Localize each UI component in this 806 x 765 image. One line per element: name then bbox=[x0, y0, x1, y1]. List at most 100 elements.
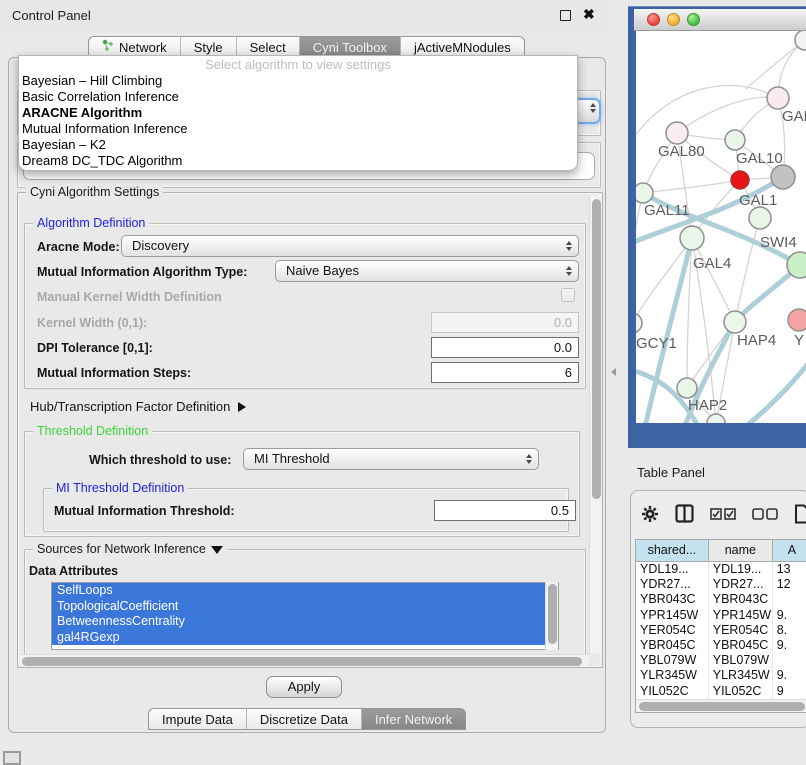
minimize-traffic-light-icon[interactable] bbox=[667, 13, 680, 26]
node-green-mid[interactable] bbox=[749, 207, 771, 229]
algorithm-option-bayesian-k2[interactable]: Bayesian – K2 bbox=[19, 137, 577, 153]
bottom-tab-infer-network[interactable]: Infer Network bbox=[362, 708, 466, 730]
algorithm-option-aracne-algorithm[interactable]: ARACNE Algorithm bbox=[19, 105, 577, 121]
apply-button[interactable]: Apply bbox=[266, 676, 342, 698]
attribute-item-selfloops[interactable]: SelfLoops bbox=[52, 583, 558, 599]
node-table: shared...nameA YDL19...YDL19...13YDR27..… bbox=[635, 539, 806, 713]
column-header-shared[interactable]: shared... bbox=[636, 540, 709, 561]
mi-type-label: Mutual Information Algorithm Type: bbox=[37, 265, 247, 279]
table-row[interactable]: YDR27...YDR27...12 bbox=[636, 577, 806, 592]
table-row[interactable]: YBR043CYBR043C bbox=[636, 592, 806, 607]
split-pane-collapse-icon[interactable] bbox=[611, 368, 616, 376]
mi-type-combo[interactable]: Naive Bayes bbox=[275, 260, 579, 282]
tab-jactivemnodules-label: jActiveMNodules bbox=[414, 40, 511, 55]
settings-vertical-scrollbar[interactable] bbox=[589, 195, 602, 653]
close-icon[interactable]: ✖ bbox=[583, 6, 595, 23]
kernel-width-label: Kernel Width (0,1): bbox=[37, 316, 147, 330]
hub-definition-expander[interactable]: Hub/Transcription Factor Definition bbox=[30, 399, 246, 414]
algorithm-option-basic-correlation-inference[interactable]: Basic Correlation Inference bbox=[19, 89, 577, 105]
attribute-item-topologicalcoefficient[interactable]: TopologicalCoefficient bbox=[52, 599, 558, 615]
which-threshold-combo[interactable]: MI Threshold bbox=[243, 448, 539, 470]
node-gray[interactable] bbox=[771, 165, 795, 189]
sources-title[interactable]: Sources for Network Inference bbox=[33, 542, 227, 556]
table-row[interactable]: YDL19...YDL19...13 bbox=[636, 562, 806, 577]
table-row[interactable]: YIL052CYIL052C9 bbox=[636, 684, 806, 699]
aracne-mode-combo[interactable]: Discovery bbox=[121, 235, 579, 257]
manual-kernel-checkbox[interactable] bbox=[561, 288, 575, 302]
algorithm-option-bayesian-hill-climbing[interactable]: Bayesian – Hill Climbing bbox=[19, 73, 577, 89]
column-header-name[interactable]: name bbox=[709, 540, 773, 561]
bottom-tab-discretize-data[interactable]: Discretize Data bbox=[247, 708, 362, 730]
zoom-traffic-light-icon[interactable] bbox=[687, 13, 700, 26]
algorithm-dropdown-popup: Select algorithm to view settings Bayesi… bbox=[18, 55, 578, 171]
column-header-a[interactable]: A bbox=[773, 540, 806, 561]
node-label-gal4: GAL4 bbox=[693, 255, 731, 272]
node-gal1-red[interactable] bbox=[731, 171, 749, 189]
network-canvas[interactable]: GALGAL80GAL10GAL1GAL11GAL4SWI4GCY1HAP4YH… bbox=[636, 31, 806, 423]
table-row[interactable]: YPR145WYPR145W9. bbox=[636, 608, 806, 623]
table-cell bbox=[773, 592, 806, 607]
node-hap4[interactable] bbox=[724, 311, 746, 333]
table-row[interactable]: YBR045CYBR045C9. bbox=[636, 638, 806, 653]
table-row[interactable]: YBL079WYBL079W bbox=[636, 653, 806, 668]
attribute-item-betweennesscentrality[interactable]: BetweennessCentrality bbox=[52, 614, 558, 630]
table-row[interactable]: YLR345WYLR345W9. bbox=[636, 668, 806, 683]
table-horizontal-scrollbar[interactable] bbox=[636, 699, 806, 712]
unchecked-pair-icon[interactable] bbox=[752, 507, 778, 525]
table-cell: YDL19... bbox=[636, 562, 709, 577]
close-traffic-light-icon[interactable] bbox=[647, 13, 660, 26]
tab-select-label: Select bbox=[250, 40, 286, 55]
table-cell: YIL052C bbox=[709, 684, 773, 699]
algorithm-option-mutual-information-inference[interactable]: Mutual Information Inference bbox=[19, 121, 577, 137]
bottom-tab-impute-data[interactable]: Impute Data bbox=[148, 708, 247, 730]
table-cell: 12 bbox=[773, 577, 806, 592]
table-header-row: shared...nameA bbox=[636, 540, 806, 562]
table-panel-toolbar bbox=[641, 501, 806, 531]
table-cell: 13 bbox=[773, 562, 806, 577]
table-cell: 9. bbox=[773, 668, 806, 683]
table-cell: 9. bbox=[773, 638, 806, 653]
node-gal10[interactable] bbox=[725, 130, 745, 150]
node-gal4[interactable] bbox=[680, 226, 704, 250]
document-icon[interactable] bbox=[794, 504, 806, 529]
table-cell: YBL079W bbox=[636, 653, 709, 668]
node-gal-pink[interactable] bbox=[767, 87, 789, 109]
dpi-tolerance-field[interactable] bbox=[431, 337, 579, 358]
algorithm-popup-items: Bayesian – Hill ClimbingBasic Correlatio… bbox=[19, 73, 577, 169]
node-salmon[interactable] bbox=[788, 309, 806, 331]
node-gal80[interactable] bbox=[666, 122, 688, 144]
float-window-icon[interactable] bbox=[560, 10, 571, 21]
table-cell: YDR27... bbox=[636, 577, 709, 592]
node-label-gal1: GAL1 bbox=[739, 192, 777, 209]
network-edge[interactable] bbox=[740, 351, 806, 423]
columns-icon[interactable] bbox=[675, 504, 694, 528]
threshold-definition-title: Threshold Definition bbox=[33, 424, 152, 438]
checked-pair-icon[interactable] bbox=[710, 507, 736, 525]
kernel-width-field[interactable] bbox=[431, 312, 579, 333]
bottom-tab-impute-data-label: Impute Data bbox=[162, 712, 233, 727]
node-hap2[interactable] bbox=[677, 378, 697, 398]
bottom-tab-discretize-data-label: Discretize Data bbox=[260, 712, 348, 727]
attr-list-scrollbar[interactable] bbox=[545, 582, 558, 650]
sources-title-text: Sources for Network Inference bbox=[37, 542, 206, 556]
which-threshold-value: MI Threshold bbox=[254, 451, 330, 466]
algorithm-option-dream8-dc-tdc-algorithm[interactable]: Dream8 DC_TDC Algorithm bbox=[19, 153, 577, 169]
network-edge[interactable] bbox=[643, 180, 740, 193]
table-cell bbox=[773, 653, 806, 668]
network-window-titlebar[interactable] bbox=[634, 9, 806, 31]
node-swi4[interactable] bbox=[787, 252, 806, 278]
table-row[interactable]: YER054CYER054C8. bbox=[636, 623, 806, 638]
table-cell: YLR345W bbox=[709, 668, 773, 683]
attribute-item-gal4rgexp[interactable]: gal4RGexp bbox=[52, 630, 558, 646]
node-gcy1[interactable] bbox=[636, 313, 642, 333]
network-edge[interactable] bbox=[636, 193, 643, 323]
node-gal11[interactable] bbox=[636, 183, 653, 203]
restore-panel-icon[interactable] bbox=[3, 751, 21, 765]
threshold-definition-group: Threshold Definition Which threshold to … bbox=[24, 431, 580, 537]
network-edge[interactable] bbox=[677, 97, 778, 133]
network-edge[interactable] bbox=[746, 40, 805, 89]
gear-icon[interactable] bbox=[641, 505, 659, 528]
mi-threshold-field[interactable] bbox=[434, 500, 576, 521]
mi-steps-field[interactable] bbox=[431, 362, 579, 383]
settings-horizontal-scrollbar[interactable] bbox=[20, 654, 589, 667]
